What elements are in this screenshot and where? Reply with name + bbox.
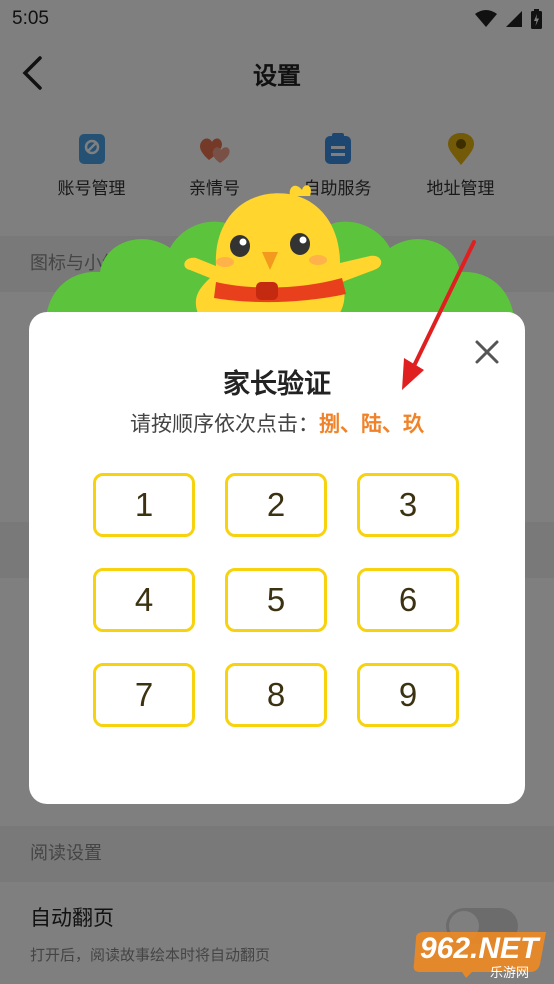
dialog-instruction: 请按顺序依次点击：捌、陆、玖 <box>29 408 525 438</box>
watermark-sub: 乐游网 <box>490 966 530 981</box>
number-keypad: 1 2 3 4 5 6 7 8 9 <box>93 473 459 727</box>
key-4[interactable]: 4 <box>93 568 195 632</box>
key-1[interactable]: 1 <box>93 473 195 537</box>
key-8[interactable]: 8 <box>225 663 327 727</box>
instruction-text: 请按顺序依次点击： <box>130 412 319 436</box>
key-6[interactable]: 6 <box>357 568 459 632</box>
chick-mascot-illustration <box>184 185 382 318</box>
watermark-brand: 962.NET <box>420 932 539 965</box>
site-watermark: 962.NET 乐游网 <box>412 928 552 981</box>
key-3[interactable]: 3 <box>357 473 459 537</box>
red-annotation-arrow <box>402 240 476 390</box>
key-5[interactable]: 5 <box>225 568 327 632</box>
key-7[interactable]: 7 <box>93 663 195 727</box>
key-9[interactable]: 9 <box>357 663 459 727</box>
key-2[interactable]: 2 <box>225 473 327 537</box>
instruction-sequence: 捌、陆、玖 <box>319 412 424 436</box>
